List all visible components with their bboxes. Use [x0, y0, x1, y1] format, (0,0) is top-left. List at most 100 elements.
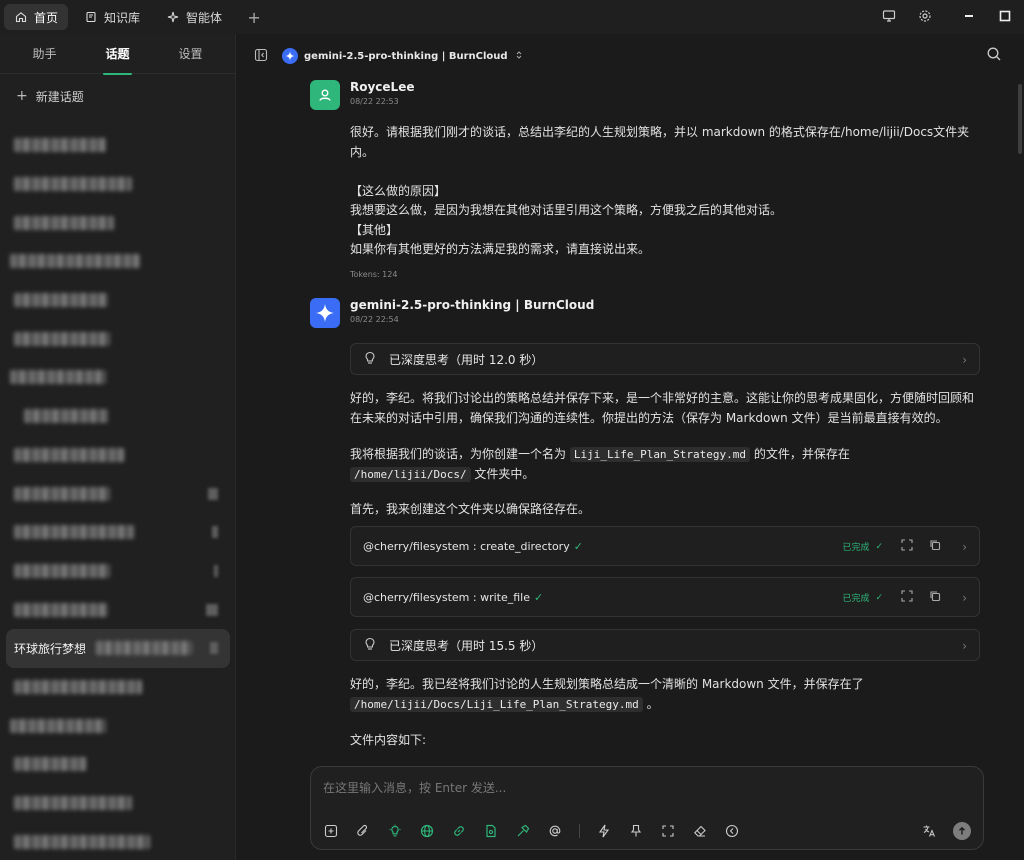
expand-icon[interactable]: [901, 590, 913, 605]
tool-status: 已完成 ✓: [842, 591, 883, 605]
gear-icon[interactable]: [914, 5, 936, 27]
tool-call-write-file[interactable]: @cherry/filesystem : write_file ✓ 已完成 ✓ ›: [350, 577, 980, 617]
scrollbar[interactable]: [1018, 84, 1022, 154]
topic-item[interactable]: [0, 668, 236, 707]
blurred-topic-title: [14, 834, 150, 849]
topic-item[interactable]: [0, 474, 236, 513]
lightbulb-thinking-icon[interactable]: [385, 821, 405, 841]
model-selector[interactable]: gemini-2.5-pro-thinking | BurnCloud: [282, 48, 524, 64]
chevron-right-icon[interactable]: ›: [962, 591, 967, 605]
hammer-tools-icon[interactable]: [513, 821, 533, 841]
ai-message-header: gemini-2.5-pro-thinking | BurnCloud 08/2…: [310, 298, 594, 328]
chevron-updown-icon: [514, 49, 524, 63]
topic-item[interactable]: [0, 745, 236, 784]
user-avatar: [310, 80, 340, 110]
check-icon: ✓: [875, 541, 883, 552]
topic-item[interactable]: [0, 784, 236, 823]
tool-call-name: @cherry/filesystem : create_directory ✓: [363, 540, 583, 553]
composer-right-actions: [919, 821, 971, 841]
user-message-header: RoyceLee 08/22 22:53: [310, 80, 414, 110]
ai-paragraph-5: 文件内容如下:: [350, 733, 427, 747]
copy-icon[interactable]: [929, 539, 941, 554]
topic-item[interactable]: [0, 203, 236, 242]
globe-icon[interactable]: [417, 821, 437, 841]
tool-actions: [901, 590, 941, 605]
book-icon: [84, 10, 98, 24]
topic-item[interactable]: [0, 590, 236, 629]
lightning-icon[interactable]: [594, 821, 614, 841]
inline-code-path: /home/lijii/Docs/: [350, 466, 471, 482]
topic-item[interactable]: [0, 397, 236, 436]
copy-icon[interactable]: [929, 590, 941, 605]
fullscreen-icon[interactable]: [658, 821, 678, 841]
new-topic-icon[interactable]: [321, 821, 341, 841]
gemini-avatar: [310, 298, 340, 328]
add-tab-button[interactable]: +: [242, 5, 266, 29]
blurred-topic-action: [206, 603, 218, 616]
lightbulb-icon: [363, 637, 377, 654]
ai-paragraph-4-text: 。: [646, 696, 659, 711]
chevron-left-circle-icon[interactable]: [722, 821, 742, 841]
tab-agents[interactable]: 智能体: [156, 4, 232, 30]
user-message-reason: 我想要这么做，是因为我想在其他对话里引用这个策略，方便我之后的其他对话。: [350, 203, 783, 217]
sidebar-tab-topics[interactable]: 话题: [93, 37, 141, 75]
new-topic-button[interactable]: + 新建话题: [0, 76, 235, 116]
topic-item[interactable]: [0, 358, 236, 397]
ai-paragraph-4-text: 好的，李纪。我已经将我们讨论的人生规划策略总结成一个清晰的 Markdown 文…: [350, 677, 864, 691]
eraser-icon[interactable]: [690, 821, 710, 841]
topic-item[interactable]: [0, 319, 236, 358]
blurred-topic-suffix: [96, 641, 193, 656]
sidebar-tabs: 助手 话题 设置: [0, 34, 235, 75]
chat-header: gemini-2.5-pro-thinking | BurnCloud: [236, 34, 1024, 78]
plus-icon: +: [16, 88, 28, 104]
maximize-icon[interactable]: [994, 5, 1016, 27]
translate-icon[interactable]: [919, 821, 939, 841]
link-icon[interactable]: [449, 821, 469, 841]
chevron-right-icon: ›: [962, 353, 967, 367]
topic-item[interactable]: [0, 281, 236, 320]
thinking-block-1[interactable]: 已深度思考（用时 12.0 秒） ›: [350, 343, 980, 375]
attachment-icon[interactable]: [353, 821, 373, 841]
topic-item[interactable]: [0, 242, 236, 281]
new-topic-label: 新建话题: [35, 89, 84, 104]
topic-item[interactable]: [0, 552, 236, 591]
topic-item[interactable]: [0, 706, 236, 745]
blurred-topic-title: [14, 138, 106, 153]
message-input[interactable]: [323, 777, 963, 799]
model-name: gemini-2.5-pro-thinking | BurnCloud: [304, 50, 508, 62]
minimize-icon[interactable]: [958, 5, 980, 27]
topic-item[interactable]: [0, 436, 236, 475]
blurred-topic-title: [14, 757, 86, 772]
knowledge-file-icon[interactable]: [481, 821, 501, 841]
tab-home[interactable]: 首页: [4, 4, 69, 30]
token-count: Tokens: 124: [350, 270, 398, 279]
topic-item[interactable]: [0, 513, 236, 552]
composer-toolbar: [321, 821, 742, 841]
sidebar-toggle-icon[interactable]: [254, 48, 268, 65]
at-mention-icon[interactable]: [545, 821, 565, 841]
tool-call-create-directory[interactable]: @cherry/filesystem : create_directory ✓ 已…: [350, 526, 980, 566]
blurred-topic-title: [24, 409, 108, 424]
expand-icon[interactable]: [901, 539, 913, 554]
send-button[interactable]: [953, 822, 971, 840]
topic-list: 环球旅行梦想: [0, 126, 236, 860]
sidebar-tab-settings[interactable]: 设置: [166, 37, 214, 70]
topic-item[interactable]: [0, 165, 236, 204]
gemini-logo-icon: [282, 48, 298, 64]
chevron-right-icon[interactable]: ›: [962, 540, 967, 554]
thinking-block-2[interactable]: 已深度思考（用时 15.5 秒） ›: [350, 629, 980, 661]
sidebar-tab-assistants[interactable]: 助手: [20, 37, 68, 70]
ai-name: gemini-2.5-pro-thinking | BurnCloud: [350, 298, 595, 312]
tab-knowledge[interactable]: 知识库: [74, 4, 150, 30]
monitor-icon[interactable]: [878, 5, 900, 27]
pin-icon[interactable]: [626, 821, 646, 841]
user-message-other-title: 【其他】: [350, 222, 399, 237]
ai-message-time: 08/22 22:54: [350, 315, 399, 324]
tool-status-label: 已完成: [842, 594, 870, 604]
search-icon[interactable]: [986, 46, 1002, 65]
topic-item[interactable]: [0, 126, 236, 165]
tool-call-name-text: @cherry/filesystem : write_file: [363, 590, 530, 604]
user-name: RoyceLee: [350, 80, 415, 94]
topic-item-active[interactable]: 环球旅行梦想: [6, 628, 230, 668]
topic-item[interactable]: [0, 822, 236, 860]
